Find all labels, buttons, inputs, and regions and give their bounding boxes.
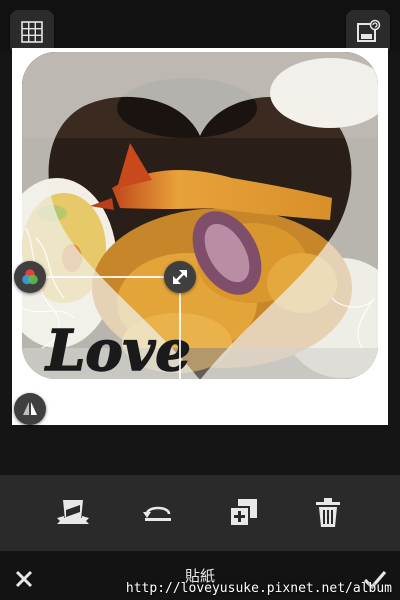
flip-icon	[23, 402, 37, 415]
sticker-style-icon	[56, 500, 89, 524]
flip-handle[interactable]	[14, 393, 46, 425]
sticker-guide-vertical	[179, 290, 181, 382]
color-handle[interactable]	[14, 261, 46, 293]
photo-canvas[interactable]: Love	[12, 48, 388, 425]
bottom-bar: 貼紙 http://loveyusuke.pixnet.net/album	[0, 551, 400, 600]
flip-horizontal-button[interactable]	[136, 491, 180, 535]
sticker-style-button[interactable]	[51, 491, 95, 535]
duplicate-icon	[228, 499, 257, 527]
watermark-url: http://loveyusuke.pixnet.net/album	[125, 581, 392, 596]
photo-composition: Love	[21, 52, 378, 385]
sticker-guide-horizontal	[40, 276, 170, 278]
top-bar	[0, 0, 400, 54]
delete-button[interactable]	[306, 491, 350, 535]
trash-icon	[315, 498, 340, 527]
sticker-toolbar	[0, 475, 400, 551]
love-sticker-text: Love	[44, 318, 191, 384]
resize-arrows-icon	[173, 270, 187, 284]
color-palette-icon	[22, 269, 38, 285]
resize-handle[interactable]	[164, 261, 196, 293]
love-sticker[interactable]: Love	[43, 317, 191, 385]
grid-icon	[21, 21, 43, 43]
photo-frame-settings-icon	[357, 19, 381, 42]
flip-horizontal-icon	[142, 506, 171, 521]
duplicate-button[interactable]	[221, 491, 265, 535]
